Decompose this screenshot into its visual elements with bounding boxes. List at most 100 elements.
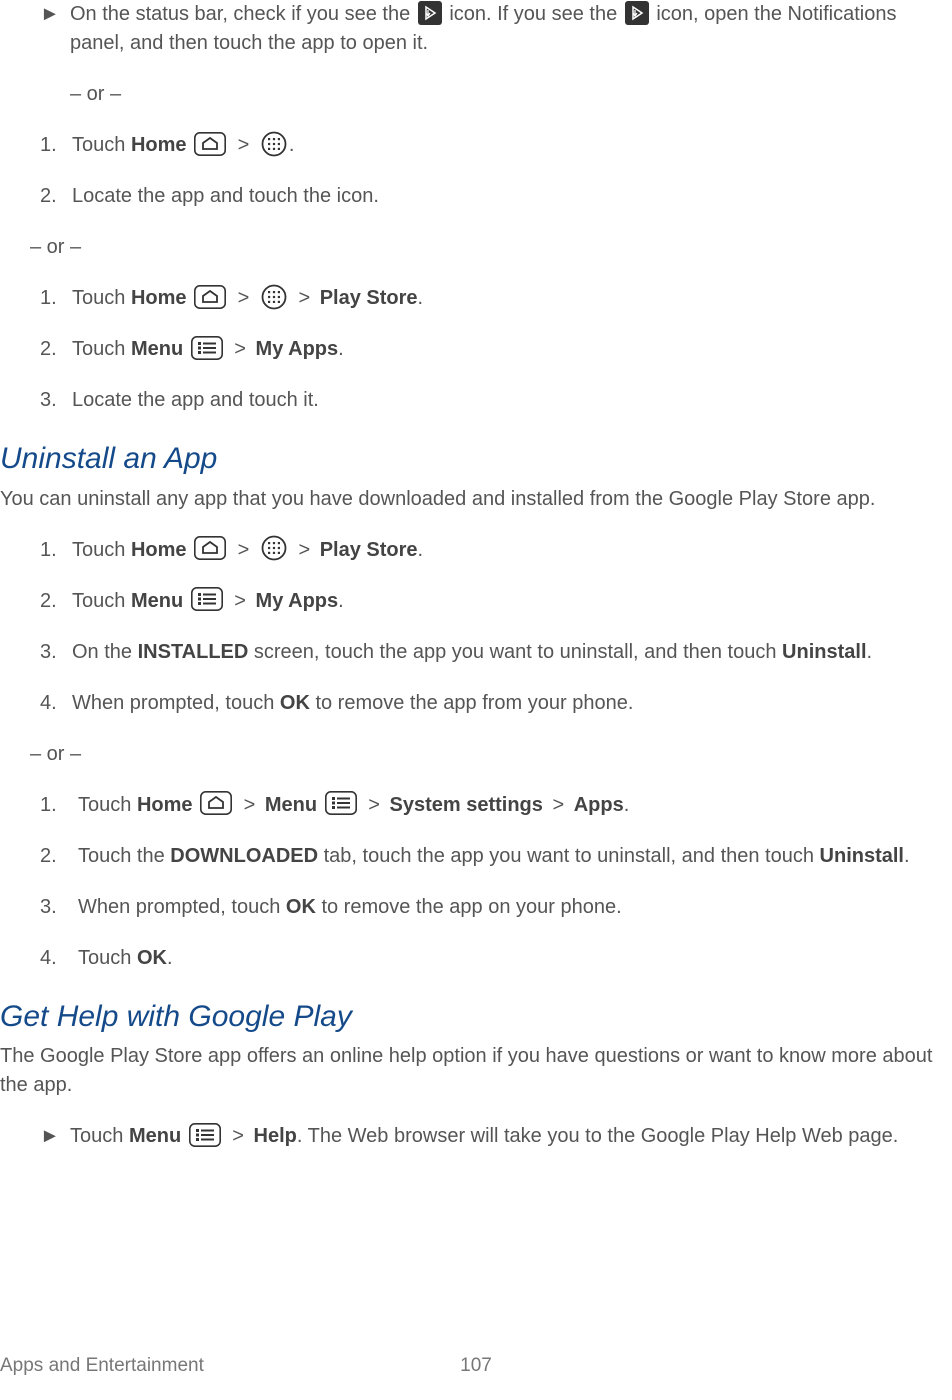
list-item: 4. When prompted, touch OK to remove the… <box>40 689 952 718</box>
number-marker: 2. <box>40 335 72 364</box>
text: to remove the app on your phone. <box>316 896 622 918</box>
number-marker: 1. <box>40 284 72 313</box>
gt: > <box>238 287 250 309</box>
text: On the <box>72 641 138 663</box>
text: tab, touch the app you want to uninstall… <box>318 845 819 867</box>
bold-ok: OK <box>137 947 167 969</box>
or-separator: – or – <box>70 80 952 109</box>
page-footer: Apps and Entertainment 107 <box>0 1352 952 1380</box>
bold-downloaded: DOWNLOADED <box>170 845 318 867</box>
number-marker: 2. <box>40 587 72 616</box>
list-item: 1. Touch Home > > Play Store. <box>40 536 952 565</box>
gt: > <box>234 590 246 612</box>
bullet-status-bar: ► On the status bar, check if you see th… <box>40 0 952 58</box>
apps-grid-icon <box>261 131 287 157</box>
text: Touch <box>78 947 137 969</box>
bold-play-store: Play Store <box>320 539 418 561</box>
text: When prompted, touch <box>78 896 286 918</box>
list-item: 3. When prompted, touch OK to remove the… <box>40 893 952 922</box>
text: Touch <box>70 1125 129 1147</box>
triangle-marker: ► <box>40 0 70 58</box>
number-marker: 3. <box>40 386 72 415</box>
number-marker: 4. <box>40 944 78 973</box>
bold-menu: Menu <box>131 590 183 612</box>
text: . <box>624 794 630 816</box>
bold-uninstall: Uninstall <box>782 641 866 663</box>
text: When prompted, touch <box>72 692 280 714</box>
bold-home: Home <box>131 287 187 309</box>
text: . <box>338 338 344 360</box>
bold-ok: OK <box>286 896 316 918</box>
bold-play-store: Play Store <box>320 287 418 309</box>
gt: > <box>232 1125 244 1147</box>
home-icon <box>200 791 232 815</box>
gt: > <box>238 539 250 561</box>
bold-menu: Menu <box>265 794 317 816</box>
bold-home: Home <box>131 539 187 561</box>
number-marker: 1. <box>40 536 72 565</box>
text: icon. If you see the <box>444 3 623 25</box>
gt: > <box>298 539 310 561</box>
bold-apps: Apps <box>574 794 624 816</box>
bold-installed: INSTALLED <box>138 641 249 663</box>
text: Touch <box>72 287 131 309</box>
number-marker: 1. <box>40 131 72 160</box>
bold-system-settings: System settings <box>389 794 542 816</box>
list-item: 3. Locate the app and touch it. <box>40 386 952 415</box>
menu-list-icon <box>325 791 357 815</box>
bold-ok: OK <box>280 692 310 714</box>
text: Touch <box>72 539 131 561</box>
number-marker: 3. <box>40 638 72 667</box>
text: Touch <box>78 794 137 816</box>
bold-menu: Menu <box>129 1125 181 1147</box>
text: Touch <box>72 590 131 612</box>
apps-grid-icon <box>261 535 287 561</box>
number-marker: 2. <box>40 842 78 871</box>
text: to remove the app from your phone. <box>310 692 634 714</box>
list-item: 2. Touch Menu > My Apps. <box>40 587 952 616</box>
heading-help: Get Help with Google Play <box>0 995 952 1039</box>
menu-list-icon <box>191 587 223 611</box>
text: On the status bar, check if you see the <box>70 3 416 25</box>
text: . The Web browser will take you to the G… <box>297 1125 898 1147</box>
bold-uninstall: Uninstall <box>820 845 904 867</box>
bold-my-apps: My Apps <box>256 338 339 360</box>
number-marker: 3. <box>40 893 78 922</box>
list-item: 1. Touch Home > > Play Store. <box>40 284 952 313</box>
number-marker: 1. <box>40 791 78 820</box>
text: Touch the <box>78 845 170 867</box>
text: Touch <box>72 338 131 360</box>
list-item: 1. Touch Home > Menu > System settings >… <box>40 791 952 820</box>
number-marker: 4. <box>40 689 72 718</box>
text: . <box>289 134 295 156</box>
play-download-icon <box>418 1 442 25</box>
number-marker: 2. <box>40 182 72 211</box>
bold-my-apps: My Apps <box>256 590 339 612</box>
play-download-icon <box>625 1 649 25</box>
list-item: 4. Touch OK. <box>40 944 952 973</box>
intro-uninstall: You can uninstall any app that you have … <box>0 485 952 514</box>
bold-home: Home <box>137 794 193 816</box>
footer-page-number: 107 <box>460 1352 492 1380</box>
heading-uninstall: Uninstall an App <box>0 437 952 481</box>
bold-home: Home <box>131 134 187 156</box>
menu-list-icon <box>191 336 223 360</box>
home-icon <box>194 536 226 560</box>
triangle-marker: ► <box>40 1122 70 1151</box>
bold-help: Help <box>254 1125 297 1147</box>
gt: > <box>552 794 564 816</box>
list-item: 2. Locate the app and touch the icon. <box>40 182 952 211</box>
text: screen, touch the app you want to uninst… <box>248 641 782 663</box>
text: . <box>167 947 173 969</box>
text: Locate the app and touch it. <box>72 386 952 415</box>
gt: > <box>298 287 310 309</box>
footer-section-label: Apps and Entertainment <box>0 1352 204 1380</box>
home-icon <box>194 285 226 309</box>
gt: > <box>244 794 256 816</box>
text: . <box>867 641 873 663</box>
gt: > <box>234 338 246 360</box>
gt: > <box>368 794 380 816</box>
text: Touch <box>72 134 131 156</box>
list-item: 3. On the INSTALLED screen, touch the ap… <box>40 638 952 667</box>
text: . <box>418 287 424 309</box>
